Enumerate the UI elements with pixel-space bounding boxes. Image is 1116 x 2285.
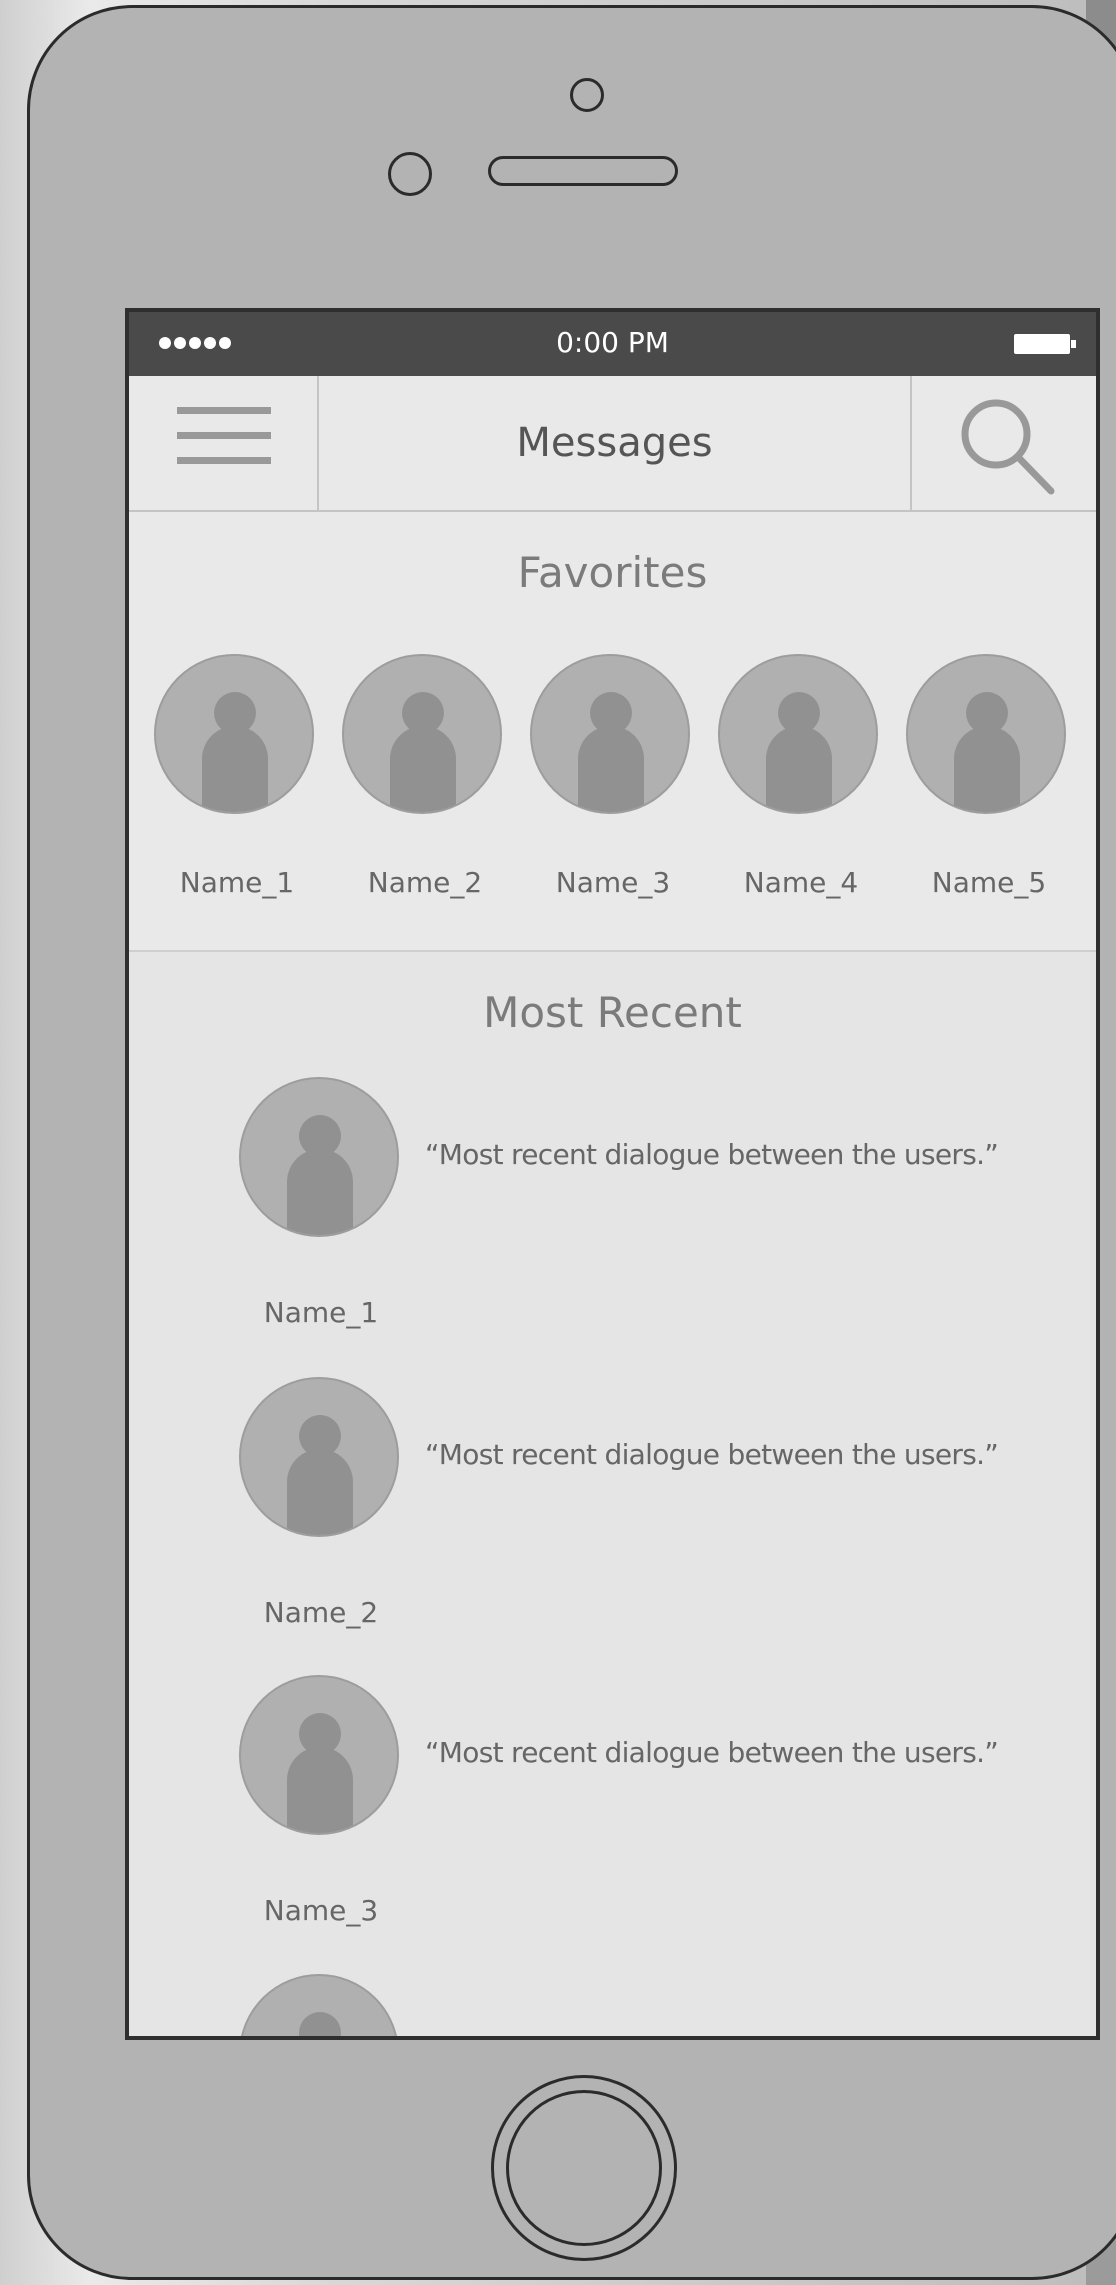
recent-conversation[interactable]: “Most recent dialogue between the users.… [239,1077,1089,1377]
recent-message: “Most recent dialogue between the users.… [425,1138,999,1171]
avatar [239,1077,399,1237]
favorite-contact[interactable]: Name_3 [530,654,696,899]
favorite-name: Name_1 [179,866,295,899]
favorite-name: Name_4 [743,866,859,899]
camera [570,78,604,112]
favorite-contact[interactable]: Name_2 [342,654,508,899]
status-time: 0:00 PM [556,326,669,359]
recent-name: Name_3 [263,1894,379,1927]
avatar [718,654,878,814]
avatar [154,654,314,814]
favorite-name: Name_5 [931,866,1047,899]
most-recent-title: Most Recent [483,988,742,1037]
recent-name: Name_2 [263,1596,379,1629]
battery-icon [1014,334,1076,354]
avatar [342,654,502,814]
page-title: Messages [516,420,713,466]
menu-button[interactable] [129,376,319,510]
search-icon [961,399,1055,495]
menu-icon-line [177,457,271,464]
avatar [239,1377,399,1537]
front-sensor [388,152,432,196]
status-bar: 0:00 PM [129,312,1096,376]
recent-message: “Most recent dialogue between the users.… [425,1438,999,1471]
recent-name: Name_1 [263,1296,379,1329]
favorites-section: Favorites Name_1 Name_2 Name_3 Name_4 Na… [129,512,1096,952]
favorite-contact[interactable]: Name_5 [906,654,1072,899]
recent-conversation[interactable]: “Most recent dialogue between the users.… [239,1377,1089,1677]
phone-frame: 0:00 PM Messages Favorites Name_1 Name_2… [27,5,1116,2280]
speaker [488,156,678,186]
menu-icon-line [177,407,271,414]
avatar [239,1974,399,2036]
search-button[interactable] [910,376,1096,510]
recent-conversation[interactable] [239,1974,1089,2036]
navigation-bar: Messages [129,376,1096,512]
home-button[interactable] [491,2075,677,2261]
recent-conversation[interactable]: “Most recent dialogue between the users.… [239,1675,1089,1975]
favorite-name: Name_2 [367,866,483,899]
phone-screen: 0:00 PM Messages Favorites Name_1 Name_2… [125,308,1100,2040]
favorites-title: Favorites [517,548,708,597]
avatar [906,654,1066,814]
favorite-name: Name_3 [555,866,671,899]
favorite-contact[interactable]: Name_4 [718,654,884,899]
recent-message: “Most recent dialogue between the users.… [425,1736,999,1769]
avatar [530,654,690,814]
menu-icon-line [177,432,271,439]
favorite-contact[interactable]: Name_1 [154,654,320,899]
avatar [239,1675,399,1835]
